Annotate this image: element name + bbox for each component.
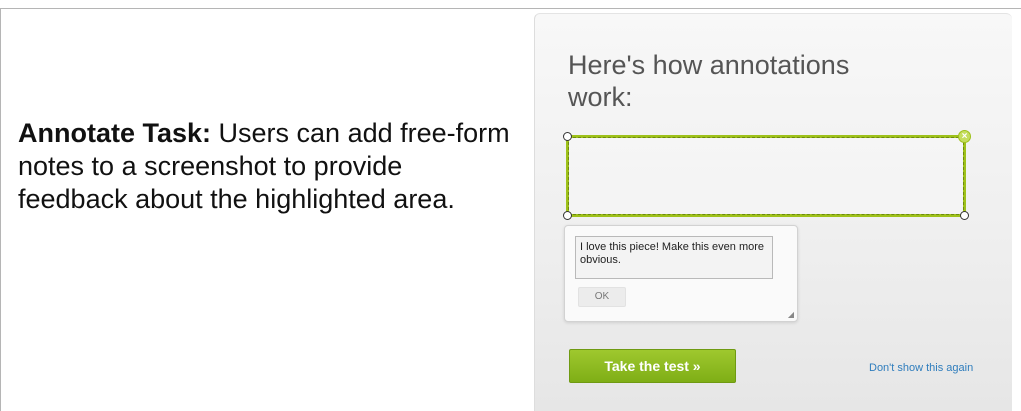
close-icon[interactable]: ×: [958, 130, 971, 143]
task-title: Annotate Task:: [18, 118, 212, 148]
annotation-highlight-box[interactable]: ×: [563, 130, 971, 220]
task-description: Annotate Task: Users can add free-form n…: [18, 117, 518, 216]
panel-heading: Here's how annotations work:: [568, 50, 850, 112]
annotation-tutorial-panel: Here's how annotations work: × I love th…: [534, 13, 1012, 411]
dont-show-again-link[interactable]: Don't show this again: [869, 362, 1009, 374]
annotation-note-card: I love this piece! Make this even more o…: [564, 225, 798, 322]
take-the-test-button[interactable]: Take the test »: [569, 349, 736, 383]
frame-border: [0, 8, 1, 411]
resize-handle-top-left[interactable]: [563, 132, 572, 141]
resize-handle-bottom-right[interactable]: [960, 211, 969, 220]
ok-button[interactable]: OK: [578, 287, 626, 307]
resize-handle-bottom-left[interactable]: [563, 211, 572, 220]
textarea-resize-grip-icon[interactable]: ◢: [788, 311, 794, 319]
note-textarea[interactable]: I love this piece! Make this even more o…: [575, 236, 773, 279]
